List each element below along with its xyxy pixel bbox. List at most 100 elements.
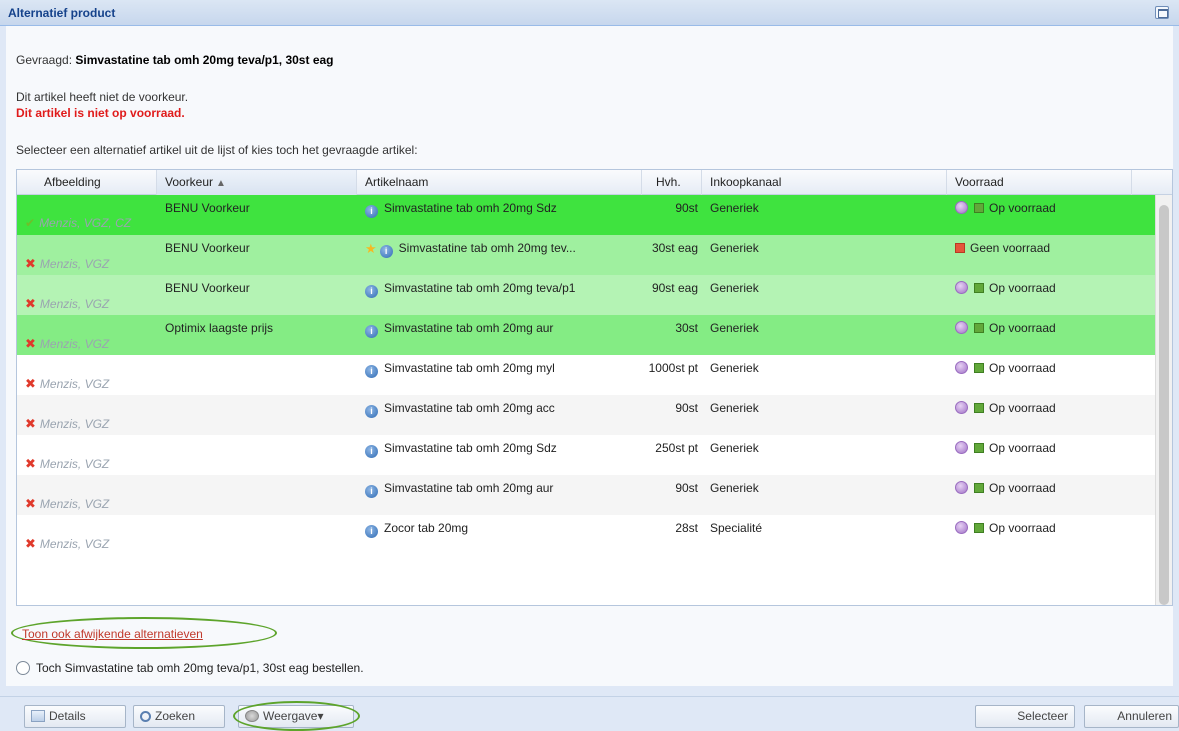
product-name: Zocor tab 20mg xyxy=(384,521,469,535)
name-cell: i Simvastatine tab omh 20mg myl xyxy=(365,361,640,378)
stock-status-icon xyxy=(974,203,984,213)
insurers-text: Menzis, VGZ xyxy=(39,297,110,311)
info-icon[interactable]: i xyxy=(365,445,378,458)
window-title: Alternatief product xyxy=(8,6,116,20)
requested-product: Gevraagd: Simvastatine tab omh 20mg teva… xyxy=(16,53,334,67)
maximize-icon[interactable] xyxy=(1155,6,1169,19)
order-anyway-option[interactable]: Toch Simvastatine tab omh 20mg teva/p1, … xyxy=(16,661,364,675)
window-titlebar: Alternatief product xyxy=(0,0,1179,26)
stock-status-icon xyxy=(974,323,984,333)
table-row[interactable]: ✖ Menzis, VGZ i Simvastatine tab omh 20mg a… xyxy=(17,395,1157,435)
product-name: Simvastatine tab omh 20mg teva/p1 xyxy=(384,281,576,295)
table-row[interactable]: ✖ Menzis, VGZ i Simvastatine tab omh 20mg S… xyxy=(17,435,1157,475)
info-icon[interactable]: i xyxy=(365,525,378,538)
clock-icon xyxy=(955,361,968,374)
channel-cell: Specialité xyxy=(710,521,763,535)
column-header-name[interactable]: Artikelnaam xyxy=(357,170,642,195)
stock-cell: Op voorraad xyxy=(955,281,1056,295)
stock-cell: Geen voorraad xyxy=(955,241,1050,255)
not-in-stock-message: Dit artikel is niet op voorraad. xyxy=(16,106,185,120)
stock-text: Op voorraad xyxy=(989,321,1056,335)
star-icon: ★ xyxy=(365,241,377,256)
insurers-cell: ✖ Menzis, VGZ xyxy=(25,496,109,512)
name-cell: i Simvastatine tab omh 20mg aur xyxy=(365,321,640,338)
stock-status-icon xyxy=(955,243,965,253)
table-row[interactable]: ✖ Menzis, VGZ i Zocor tab 20mg 28st Specialit… xyxy=(17,515,1157,555)
name-cell: ★ i Simvastatine tab omh 20mg tev... xyxy=(365,241,640,258)
name-cell: i Simvastatine tab omh 20mg Sdz xyxy=(365,201,640,218)
column-header-stock[interactable]: Voorraad xyxy=(947,170,1132,195)
insurers-cell: ✖ Menzis, VGZ xyxy=(25,256,109,272)
qty-cell: 28st xyxy=(675,521,698,535)
product-name: Simvastatine tab omh 20mg tev... xyxy=(398,241,576,255)
insurers-text: Menzis, VGZ xyxy=(39,457,110,471)
column-header-qty[interactable]: Hvh. xyxy=(642,170,702,195)
info-icon[interactable]: i xyxy=(379,245,393,258)
table-row[interactable]: ✖ Menzis, VGZ BENU Voorkeur i Simvastatine t… xyxy=(17,275,1157,315)
clock-icon xyxy=(955,481,968,494)
insurers-cell: ✖ Menzis, VGZ xyxy=(25,376,109,392)
name-cell: i Simvastatine tab omh 20mg acc xyxy=(365,401,640,418)
info-icon[interactable]: i xyxy=(365,325,378,338)
details-label: Details xyxy=(49,709,86,723)
check-icon: ✔ xyxy=(25,216,36,230)
channel-cell: Generiek xyxy=(710,241,759,255)
stock-cell: Op voorraad xyxy=(955,361,1056,375)
insurers-text: Menzis, VGZ xyxy=(39,337,110,351)
product-name: Simvastatine tab omh 20mg aur xyxy=(384,321,554,335)
order-anyway-radio[interactable] xyxy=(16,661,30,675)
requested-product-name: Simvastatine tab omh 20mg teva/p1, 30st … xyxy=(75,53,334,67)
channel-cell: Generiek xyxy=(710,481,759,495)
table-row[interactable]: ✖ Menzis, VGZ Optimix laagste prijs i Simvas… xyxy=(17,315,1157,355)
qty-cell: 90st eag xyxy=(651,281,698,295)
table-row[interactable]: ✔ Menzis, VGZ, CZ BENU Voorkeur i Simvastati… xyxy=(17,195,1157,235)
search-icon xyxy=(140,711,151,722)
product-name: Simvastatine tab omh 20mg Sdz xyxy=(384,201,557,215)
details-button[interactable]: Details xyxy=(24,705,126,728)
search-button[interactable]: Zoeken xyxy=(133,705,225,728)
insurers-cell: ✖ Menzis, VGZ xyxy=(25,416,109,432)
scrollbar-thumb[interactable] xyxy=(1159,205,1169,605)
info-icon[interactable]: i xyxy=(365,405,378,418)
clock-icon xyxy=(955,281,968,294)
insurers-text: Menzis, VGZ xyxy=(39,497,110,511)
clock-icon xyxy=(955,441,968,454)
info-icon[interactable]: i xyxy=(365,485,378,498)
clock-icon xyxy=(955,201,968,214)
table-row[interactable]: ✖ Menzis, VGZ i Simvastatine tab omh 20mg m… xyxy=(17,355,1157,395)
select-button[interactable]: Selecteer xyxy=(975,705,1075,728)
qty-cell: 90st xyxy=(675,481,698,495)
insurers-text: Menzis, VGZ xyxy=(39,257,110,271)
channel-cell: Generiek xyxy=(710,201,759,215)
channel-cell: Generiek xyxy=(710,321,759,335)
product-name: Simvastatine tab omh 20mg acc xyxy=(384,401,555,415)
column-header-image[interactable]: Afbeelding xyxy=(17,170,157,195)
table-row[interactable]: ✖ Menzis, VGZ i Simvastatine tab omh 20mg a… xyxy=(17,475,1157,515)
name-cell: i Simvastatine tab omh 20mg aur xyxy=(365,481,640,498)
insurers-text: Menzis, VGZ xyxy=(39,417,110,431)
info-icon[interactable]: i xyxy=(365,285,378,298)
column-header-channel[interactable]: Inkoopkanaal xyxy=(702,170,947,195)
stock-text: Op voorraad xyxy=(989,201,1056,215)
stock-cell: Op voorraad xyxy=(955,521,1056,535)
show-deviating-alternatives-link[interactable]: Toon ook afwijkende alternatieven xyxy=(22,627,203,641)
cancel-button[interactable]: Annuleren xyxy=(1084,705,1179,728)
preference-cell: Optimix laagste prijs xyxy=(165,321,274,335)
column-header-preference[interactable]: Voorkeur ▲ xyxy=(157,170,357,195)
stock-status-icon xyxy=(974,363,984,373)
instruction-text: Selecteer een alternatief artikel uit de… xyxy=(16,143,418,157)
info-icon[interactable]: i xyxy=(365,365,378,378)
cross-icon: ✖ xyxy=(25,336,36,351)
stock-status-icon xyxy=(974,523,984,533)
stock-text: Op voorraad xyxy=(989,481,1056,495)
product-name: Simvastatine tab omh 20mg Sdz xyxy=(384,441,557,455)
channel-cell: Generiek xyxy=(710,361,759,375)
qty-cell: 90st xyxy=(675,201,698,215)
stock-text: Op voorraad xyxy=(989,441,1056,455)
cross-icon: ✖ xyxy=(25,376,36,391)
insurers-text: Menzis, VGZ, CZ xyxy=(39,216,132,230)
info-icon[interactable]: i xyxy=(365,205,378,218)
table-row[interactable]: ✖ Menzis, VGZ BENU Voorkeur ★ i Simvastatine … xyxy=(17,235,1157,275)
stock-cell: Op voorraad xyxy=(955,321,1056,335)
grid-scrollbar[interactable] xyxy=(1155,195,1172,605)
